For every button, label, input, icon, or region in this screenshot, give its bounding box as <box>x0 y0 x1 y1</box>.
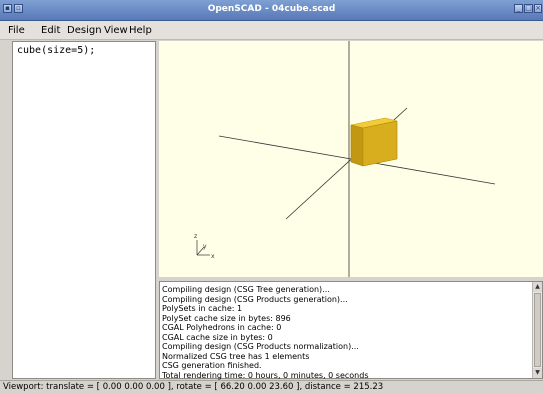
viewport-status: Viewport: translate = [ 0.00 0.00 0.00 ]… <box>3 382 384 392</box>
cube-model <box>350 117 398 167</box>
console-lines: Compiling design (CSG Tree generation)..… <box>162 285 530 380</box>
minimize-icon: _ <box>516 4 521 12</box>
3d-viewport[interactable]: z y x <box>159 41 543 277</box>
menu-bar: File Edit Design View Help <box>0 21 543 40</box>
scroll-up-icon[interactable]: ▲ <box>533 282 542 292</box>
console-line: CGAL Polyhedrons in cache: 0 <box>162 323 282 332</box>
console-line: PolySets in cache: 1 <box>162 304 243 313</box>
axis-label-z: z <box>194 233 197 240</box>
console-line: Compiling design (CSG Tree generation)..… <box>162 285 330 294</box>
viewport-canvas[interactable]: z y x <box>159 41 543 277</box>
console-line: CSG generation finished. <box>162 361 262 370</box>
window-title: OpenSCAD - 04cube.scad <box>207 4 336 14</box>
axis-indicator: z y x <box>194 233 215 260</box>
menu-design[interactable]: Design <box>67 25 102 36</box>
scroll-down-icon[interactable]: ▼ <box>533 368 542 378</box>
menu-file[interactable]: File <box>8 25 25 36</box>
maximize-icon: □ <box>525 4 532 12</box>
console-scrollbar[interactable]: ▲ ▼ <box>532 282 542 378</box>
title-bar[interactable]: ▪ ▫ OpenSCAD - 04cube.scad _ □ × <box>0 0 543 21</box>
console-line: Compiling design (CSG Products normaliza… <box>162 342 359 351</box>
menu-help[interactable]: Help <box>129 25 152 36</box>
close-icon: × <box>535 4 541 12</box>
close-button[interactable]: × <box>534 4 542 13</box>
axis-label-y: y <box>203 243 207 250</box>
console-line: Total rendering time: 0 hours, 0 minutes… <box>162 370 369 380</box>
menu-edit[interactable]: Edit <box>41 25 60 36</box>
menu-view[interactable]: View <box>104 25 128 36</box>
console-output[interactable]: Compiling design (CSG Tree generation)..… <box>159 281 543 380</box>
axis-label-x: x <box>211 253 215 260</box>
code-editor[interactable]: cube(size=5); <box>12 41 156 379</box>
editor-code[interactable]: cube(size=5); <box>17 45 95 56</box>
console-line: Compiling design (CSG Products generatio… <box>162 294 348 304</box>
maximize-button[interactable]: □ <box>524 4 533 13</box>
status-bar: Viewport: translate = [ 0.00 0.00 0.00 ]… <box>0 380 543 394</box>
console-line: PolySet cache size in bytes: 896 <box>162 313 291 323</box>
scroll-thumb[interactable] <box>534 293 541 367</box>
console-line: Normalized CSG tree has 1 elements <box>162 351 310 361</box>
console-line: CGAL cache size in bytes: 0 <box>162 332 273 342</box>
minimize-button[interactable]: _ <box>514 4 523 13</box>
